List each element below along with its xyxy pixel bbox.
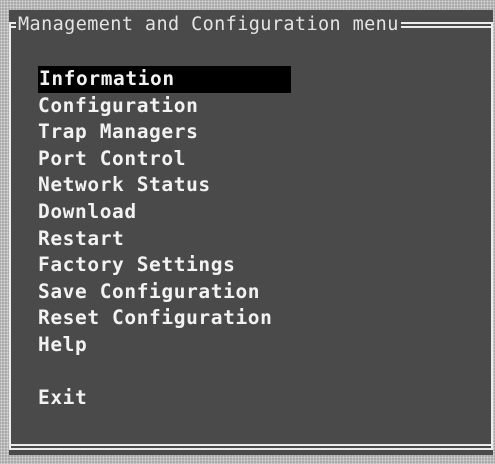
menu-item-configuration[interactable]: Configuration: [38, 93, 291, 120]
menu-item-restart[interactable]: Restart: [38, 226, 291, 253]
menu-item-reset-configuration[interactable]: Reset Configuration: [38, 305, 291, 332]
main-menu: Information Configuration Trap Managers …: [38, 66, 291, 412]
menu-item-help[interactable]: Help: [38, 332, 291, 359]
menu-item-network-status[interactable]: Network Status: [38, 172, 291, 199]
menu-spacer: [38, 359, 291, 386]
window-title: Management and Configuration menu: [16, 13, 401, 37]
menu-item-factory-settings[interactable]: Factory Settings: [38, 252, 291, 279]
menu-item-port-control[interactable]: Port Control: [38, 146, 291, 173]
menu-item-exit[interactable]: Exit: [38, 385, 291, 412]
menu-item-information[interactable]: Information: [38, 66, 291, 93]
menu-item-save-configuration[interactable]: Save Configuration: [38, 279, 291, 306]
menu-item-trap-managers[interactable]: Trap Managers: [38, 119, 291, 146]
management-configuration-window: Management and Configuration menu Inform…: [9, 10, 493, 455]
window-border-left: [9, 22, 11, 450]
window-border-bottom-outer: [9, 448, 493, 450]
menu-item-download[interactable]: Download: [38, 199, 291, 226]
window-border-right: [491, 22, 493, 450]
window-border-bottom-inner: [9, 444, 493, 446]
